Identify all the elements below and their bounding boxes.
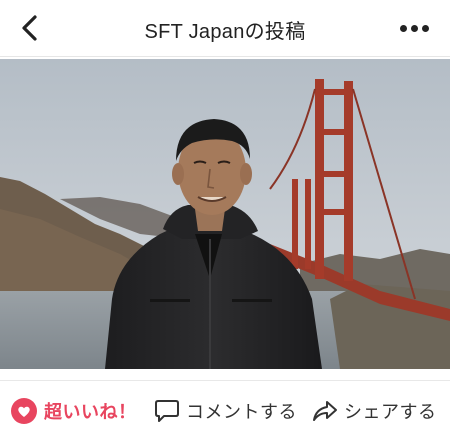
comment-bubble-icon xyxy=(155,400,179,422)
share-arrow-icon xyxy=(313,401,337,421)
post-photo[interactable] xyxy=(0,59,450,369)
super-like-button[interactable]: 超いいね！ xyxy=(10,397,137,425)
comment-button[interactable]: コメントする xyxy=(154,397,297,425)
super-like-label: 超いいね！ xyxy=(44,402,137,422)
share-button[interactable]: シェアする xyxy=(312,397,437,425)
comment-label: コメントする xyxy=(186,402,297,422)
page-title: SFT Japanの投稿 xyxy=(144,21,306,43)
photo-image xyxy=(0,59,450,369)
share-label: シェアする xyxy=(344,402,437,422)
post-actions: 超いいね！ コメントする シェアする xyxy=(0,380,450,437)
more-dots-icon xyxy=(400,25,407,32)
more-button[interactable] xyxy=(398,16,432,40)
post-header: SFT Japanの投稿 xyxy=(0,0,450,57)
heart-icon xyxy=(11,398,37,424)
